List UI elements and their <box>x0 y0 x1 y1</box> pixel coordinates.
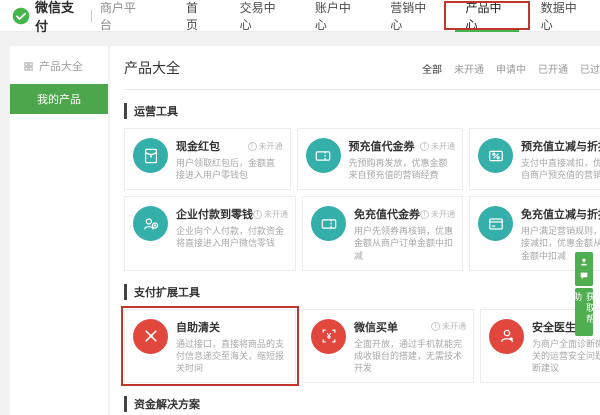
active-tab-underline <box>455 29 518 32</box>
nav-tab-marketing-center[interactable]: 营销中心 <box>374 0 449 32</box>
get-help-label: 获取帮助 <box>571 292 597 332</box>
status-badge: !未开通 <box>431 321 466 332</box>
wechat-pay-logo-icon <box>12 7 30 25</box>
exclamation-icon: ! <box>248 142 257 151</box>
filter-expired[interactable]: 已过期 <box>580 61 600 76</box>
voucher-icon <box>306 138 341 173</box>
exclamation-icon: ! <box>253 210 262 219</box>
exclamation-icon: ! <box>420 142 429 151</box>
nav-tab-product-center[interactable]: 产品中心 <box>449 0 524 32</box>
nav-tab-transaction-center[interactable]: 交易中心 <box>224 0 299 32</box>
product-desc: 全面开放，通过手机就能完成收银台的搭建，无需技术开发 <box>354 338 466 374</box>
body-area: 产品大全 我的产品 产品大全 全部 未开通 申请中 已开通 已过期 已关闭 运营… <box>0 32 600 415</box>
product-title: 免充值代金券 <box>354 206 420 222</box>
product-title: 企业付款到零钱 <box>176 206 253 222</box>
discount-card-icon <box>478 206 513 241</box>
product-desc: 用户领取红包后，金额直接进入用户零钱包 <box>176 157 283 181</box>
customs-tools-icon <box>133 319 168 354</box>
product-title: 现金红包 <box>176 138 220 154</box>
customer-service-icon <box>579 257 589 267</box>
product-desc: 先预购再发放，优惠金额来自预充值的营销经费 <box>349 157 456 181</box>
filter-all[interactable]: 全部 <box>422 61 442 76</box>
section-title-payment-extension-tools: 支付扩展工具 <box>124 284 600 300</box>
product-card-enterprise-payment[interactable]: 企业付款到零钱 !未开通 企业向个人付款，付款资金将直接进入用户微信零钱 <box>124 196 296 270</box>
section-title-funds-solutions: 资金解决方案 <box>124 396 600 412</box>
get-help-button[interactable]: 获取帮助 <box>575 288 593 336</box>
voucher-icon <box>311 206 346 241</box>
nav-tab-home[interactable]: 首页 <box>170 0 224 32</box>
status-badge: !未开通 <box>420 209 455 220</box>
top-navbar: 微信支付 商户平台 首页 交易中心 账户中心 营销中心 产品中心 数据中心 <box>0 0 600 32</box>
contact-service-button[interactable] <box>575 252 593 286</box>
page-title: 产品大全 <box>124 58 180 78</box>
security-doctor-icon <box>489 319 524 354</box>
product-desc: 通过接口，直接将商品的支付信息递交至海关，缩短报关时间 <box>176 338 288 374</box>
card-row: 自助清关 通过接口，直接将商品的支付信息递交至海关，缩短报关时间 ¥ 微信买单 … <box>124 309 600 383</box>
card-row: 现金红包 !未开通 用户领取红包后，金额直接进入用户零钱包 预充值代金券 !未开… <box>124 128 600 190</box>
svg-text:¥: ¥ <box>326 331 331 341</box>
product-desc: 支付中直接减扣，优惠金额来自商户预充值的营销经费 <box>521 157 600 181</box>
product-card-self-customs-clearance[interactable]: 自助清关 通过接口，直接将商品的支付信息递交至海关，缩短报关时间 <box>124 309 296 383</box>
filter-not-activated[interactable]: 未开通 <box>454 61 484 76</box>
product-title: 微信买单 <box>354 319 398 335</box>
product-title: 预充值立减与折扣 <box>521 138 600 154</box>
product-title: 预充值代金券 <box>349 138 415 154</box>
product-desc: 为商户全面诊断微信支付相关的运营安全问题，出具诊断建议 <box>532 338 600 374</box>
sidebar: 产品大全 我的产品 <box>10 46 108 415</box>
wechat-pay-merchant-platform-page: 微信支付 商户平台 首页 交易中心 账户中心 营销中心 产品中心 数据中心 <box>0 0 600 415</box>
status-filters: 全部 未开通 申请中 已开通 已过期 已关闭 <box>422 61 600 76</box>
nav-tab-account-center[interactable]: 账户中心 <box>299 0 374 32</box>
pay-bill-icon: ¥ <box>311 319 346 354</box>
product-desc: 企业向个人付款，付款资金将直接进入用户微信零钱 <box>176 225 288 249</box>
grid-icon <box>23 61 34 72</box>
logo-subtitle: 商户平台 <box>100 0 144 33</box>
main-content: 产品大全 全部 未开通 申请中 已开通 已过期 已关闭 运营工具 <box>110 46 600 415</box>
content-header: 产品大全 全部 未开通 申请中 已开通 已过期 已关闭 <box>124 58 600 90</box>
transfer-icon <box>133 206 168 241</box>
status-badge: !未开通 <box>248 141 283 152</box>
product-card-cash-red-packet[interactable]: 现金红包 !未开通 用户领取红包后，金额直接进入用户零钱包 <box>124 128 291 190</box>
product-card-prefunded-discount[interactable]: 预充值立减与折扣 !未开通 支付中直接减扣，优惠金额来自商户预充值的营销经费 <box>469 128 600 190</box>
product-desc: 用户先领券再核销，优惠金额从商户订单金额中扣减 <box>354 225 455 261</box>
sidebar-item-product-catalog[interactable]: 产品大全 <box>10 46 108 84</box>
status-badge: !未开通 <box>253 209 288 220</box>
help-float-widget: 获取帮助 <box>575 252 593 336</box>
discount-icon <box>478 138 513 173</box>
product-card-wechat-pay-bill[interactable]: ¥ 微信买单 !未开通 全面开放，通过手机就能完成收银台的搭建，无需技术开发 <box>302 309 474 383</box>
logo-title: 微信支付 <box>35 0 83 35</box>
product-card-free-voucher[interactable]: 免充值代金券 !未开通 用户先领券再核销，优惠金额从商户订单金额中扣减 <box>302 196 463 270</box>
product-title: 安全医生 <box>532 319 576 335</box>
product-title: 自助清关 <box>176 319 220 335</box>
filter-activated[interactable]: 已开通 <box>538 61 568 76</box>
sidebar-item-my-products[interactable]: 我的产品 <box>10 84 108 114</box>
chat-bubble-icon <box>579 271 589 281</box>
product-title: 免充值立减与折扣 <box>521 206 600 222</box>
filter-applying[interactable]: 申请中 <box>496 61 526 76</box>
product-card-prefunded-voucher[interactable]: 预充值代金券 !未开通 先预购再发放，优惠金额来自预充值的营销经费 <box>297 128 464 190</box>
section-title-operation-tools: 运营工具 <box>124 103 600 119</box>
main-nav: 首页 交易中心 账户中心 营销中心 产品中心 数据中心 <box>170 0 600 32</box>
exclamation-icon: ! <box>420 210 429 219</box>
status-badge: !未开通 <box>420 141 455 152</box>
card-row: 企业付款到零钱 !未开通 企业向个人付款，付款资金将直接进入用户微信零钱 免充值… <box>124 196 600 270</box>
exclamation-icon: ! <box>431 322 440 331</box>
nav-tab-data-center[interactable]: 数据中心 <box>525 0 600 32</box>
sidebar-item-label: 产品大全 <box>39 58 83 74</box>
brand-logo[interactable]: 微信支付 商户平台 <box>12 0 144 35</box>
logo-divider <box>91 10 92 22</box>
red-packet-icon <box>133 138 168 173</box>
